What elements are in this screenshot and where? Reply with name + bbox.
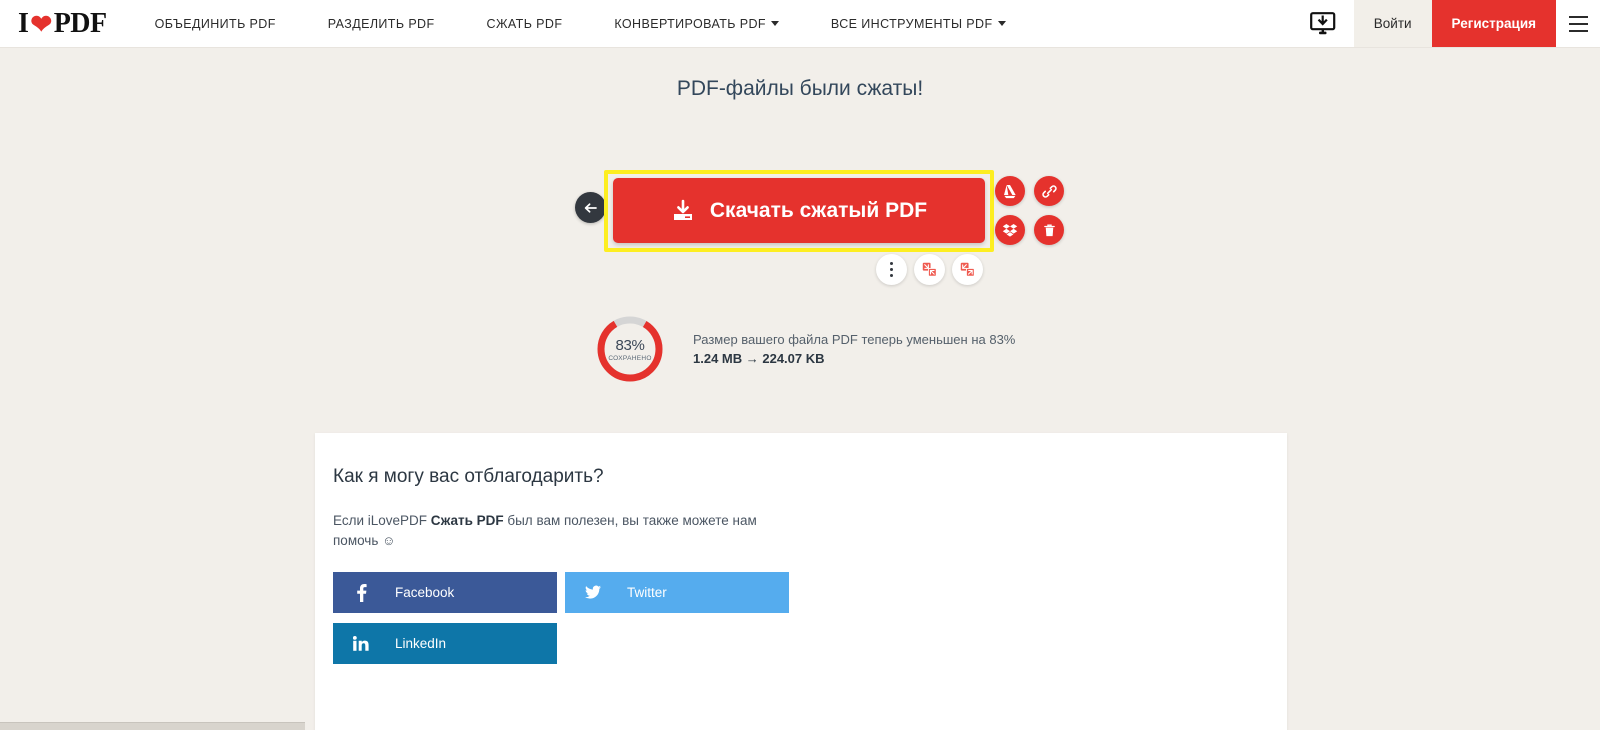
download-label: Скачать сжатый PDF	[709, 198, 928, 222]
stats-text: Размер вашего файла PDF теперь уменьшен …	[693, 332, 1015, 366]
savings-percent: 83%	[615, 336, 645, 354]
savings-donut-chart: 83% СОХРАНЕНО	[594, 313, 666, 385]
card-title: Как я могу вас отблагодарить?	[333, 466, 604, 487]
heart-icon: ❤	[30, 9, 52, 39]
login-label: Войти	[1373, 16, 1412, 31]
nav-label: КОНВЕРТИРОВАТЬ PDF	[614, 16, 766, 31]
nav-item-compress-pdf[interactable]: СЖАТЬ PDF	[461, 0, 589, 47]
nav-item-merge-pdf[interactable]: ОБЪЕДИНИТЬ PDF	[127, 0, 302, 47]
facebook-label: Facebook	[395, 585, 455, 600]
main-nav: ОБЪЕДИНИТЬ PDF РАЗДЕЛИТЬ PDF СЖАТЬ PDF К…	[127, 0, 1292, 47]
nav-item-all-tools[interactable]: ВСЕ ИНСТРУМЕНТЫ PDF	[805, 0, 1032, 47]
desktop-app-button[interactable]	[1292, 0, 1354, 47]
chevron-down-icon	[997, 21, 1006, 26]
login-button[interactable]: Войти	[1353, 0, 1432, 47]
main-content: PDF-файлы были сжаты! Скачать сжатый PDF	[0, 48, 1600, 730]
card-description: Если iLovePDF Сжать PDF был вам полезен,…	[333, 511, 758, 551]
share-twitter-button[interactable]: Twitter	[565, 572, 789, 613]
logo[interactable]: I ❤ PDF	[0, 0, 127, 47]
thank-you-card: Как я могу вас отблагодарить? Если iLove…	[315, 433, 1287, 730]
compression-stats: 83% СОХРАНЕНО Размер вашего файла PDF те…	[0, 313, 1600, 385]
compress-icon	[922, 262, 937, 277]
google-drive-button[interactable]	[995, 176, 1025, 206]
dropbox-icon	[1002, 224, 1018, 237]
horizontal-scrollbar[interactable]	[0, 722, 305, 730]
expand-button[interactable]	[952, 254, 983, 285]
card-text-bold: Сжать PDF	[430, 513, 504, 528]
desktop-download-icon	[1309, 11, 1336, 34]
stats-summary: Размер вашего файла PDF теперь уменьшен …	[693, 332, 1016, 347]
bottom-action-buttons	[876, 254, 983, 285]
social-share-buttons: Facebook Twitter LinkedIn	[333, 572, 793, 664]
linkedin-label: LinkedIn	[395, 636, 447, 651]
expand-icon	[960, 262, 975, 277]
header-actions: Войти Регистрация	[1292, 0, 1600, 47]
nav-label: ОБЪЕДИНИТЬ PDF	[154, 16, 276, 31]
delete-button[interactable]	[1034, 215, 1064, 245]
vertical-dots-icon	[890, 262, 893, 277]
nav-label: РАЗДЕЛИТЬ PDF	[327, 16, 435, 31]
nav-label: СЖАТЬ PDF	[486, 16, 563, 31]
page-title: PDF-файлы были сжаты!	[676, 77, 924, 100]
back-button[interactable]	[575, 192, 606, 223]
google-drive-icon	[1004, 185, 1016, 199]
download-compressed-pdf-button[interactable]: Скачать сжатый PDF	[613, 178, 985, 243]
facebook-icon	[353, 583, 369, 602]
download-icon	[671, 199, 695, 223]
logo-text-post: PDF	[53, 7, 107, 39]
smiley-icon: ☺	[382, 533, 396, 548]
dropbox-button[interactable]	[995, 215, 1025, 245]
card-text-before: Если iLovePDF	[333, 513, 431, 528]
signup-button[interactable]: Регистрация	[1431, 0, 1556, 47]
site-header: I ❤ PDF ОБЪЕДИНИТЬ PDF РАЗДЕЛИТЬ PDF СЖА…	[0, 0, 1600, 48]
signup-label: Регистрация	[1451, 16, 1536, 31]
nav-item-convert-pdf[interactable]: КОНВЕРТИРОВАТЬ PDF	[588, 0, 805, 47]
nav-item-split-pdf[interactable]: РАЗДЕЛИТЬ PDF	[302, 0, 461, 47]
trash-icon	[1043, 224, 1055, 236]
more-options-button[interactable]	[876, 254, 907, 285]
logo-text-pre: I	[18, 7, 29, 39]
link-icon	[1041, 184, 1057, 198]
copy-link-button[interactable]	[1034, 176, 1064, 206]
side-action-buttons	[995, 176, 1071, 252]
nav-label: ВСЕ ИНСТРУМЕНТЫ PDF	[830, 16, 993, 31]
compress-more-button[interactable]	[914, 254, 945, 285]
chevron-down-icon	[770, 21, 779, 26]
savings-caption: СОХРАНЕНО	[608, 354, 652, 362]
stats-size-change: 1.24 MB → 224.07 KB	[693, 351, 825, 366]
share-facebook-button[interactable]: Facebook	[333, 572, 557, 613]
back-arrow-icon	[584, 202, 597, 213]
twitter-label: Twitter	[627, 585, 667, 600]
hamburger-menu-icon[interactable]	[1556, 0, 1600, 47]
twitter-icon	[585, 585, 601, 600]
linkedin-icon	[353, 636, 369, 651]
share-linkedin-button[interactable]: LinkedIn	[333, 623, 557, 664]
